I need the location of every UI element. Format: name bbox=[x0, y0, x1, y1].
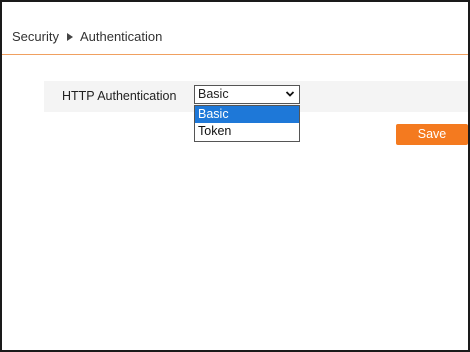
http-auth-selected-value: Basic bbox=[198, 87, 229, 101]
option-token[interactable]: Token bbox=[195, 123, 299, 140]
breadcrumb-page: Authentication bbox=[79, 29, 163, 44]
http-auth-label: HTTP Authentication bbox=[62, 89, 177, 103]
chevron-down-icon bbox=[285, 91, 295, 97]
header-divider bbox=[2, 54, 468, 55]
triangle-right-icon bbox=[66, 32, 73, 41]
option-basic[interactable]: Basic bbox=[195, 106, 299, 123]
http-auth-select[interactable]: Basic bbox=[194, 85, 300, 104]
breadcrumb: Security Authentication bbox=[12, 29, 162, 44]
window-frame: Security Authentication HTTP Authenticat… bbox=[0, 0, 470, 352]
breadcrumb-section[interactable]: Security bbox=[12, 29, 59, 44]
save-button[interactable]: Save bbox=[396, 124, 468, 145]
http-auth-dropdown: Basic Token bbox=[194, 105, 300, 142]
